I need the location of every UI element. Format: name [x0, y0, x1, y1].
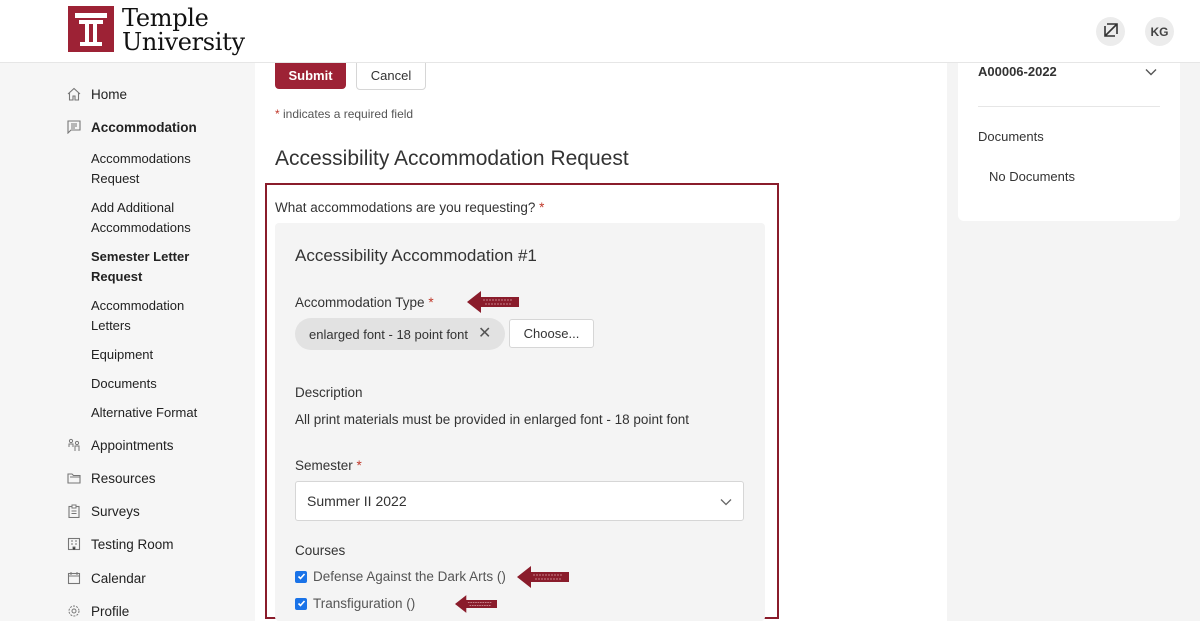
semester-select-value: Summer II 2022 — [307, 493, 407, 509]
sidebar-subitem-documents[interactable]: Documents — [91, 374, 241, 394]
request-id: A00006-2022 — [978, 64, 1057, 79]
chevron-down-icon[interactable] — [1145, 63, 1157, 81]
list-chat-icon — [66, 119, 82, 135]
sidebar-subitem-equipment[interactable]: Equipment — [91, 345, 241, 365]
remove-chip-icon[interactable]: ✕ — [478, 326, 491, 342]
semester-select[interactable]: Summer II 2022 — [295, 481, 744, 521]
sidebar-item-calendar[interactable]: Calendar — [66, 570, 146, 586]
expand-button[interactable] — [1096, 17, 1125, 46]
sidebar-item-home[interactable]: Home — [66, 86, 127, 102]
user-avatar[interactable]: KG — [1145, 17, 1174, 46]
sidebar-item-profile[interactable]: Profile — [66, 603, 129, 619]
temple-university-logo[interactable]: Temple University — [68, 6, 245, 54]
course-label: Defense Against the Dark Arts () — [313, 569, 506, 584]
accommodation-type-label: Accommodation Type * — [295, 295, 434, 310]
course-checkbox-row[interactable]: Defense Against the Dark Arts () — [295, 569, 506, 584]
sidebar-item-accommodation[interactable]: Accommodation — [66, 119, 197, 135]
home-icon — [66, 86, 82, 102]
annotation-arrow-icon — [467, 291, 519, 313]
documents-heading: Documents — [978, 129, 1044, 144]
sidebar-subitem-accommodations-request[interactable]: Accommodations Request — [91, 149, 241, 189]
main-content: Submit Cancel * indicates a required fie… — [255, 61, 947, 621]
temple-t-icon — [68, 6, 114, 52]
cancel-button[interactable]: Cancel — [356, 61, 426, 90]
course-checkbox-row[interactable]: Transfiguration () — [295, 596, 415, 611]
description-text: All print materials must be provided in … — [295, 412, 689, 427]
annotation-arrow-icon — [517, 566, 569, 588]
sidebar-subitem-semester-letter[interactable]: Semester Letter Request — [91, 247, 201, 287]
logo-line-2: University — [122, 28, 245, 56]
sidebar-item-testing-room[interactable]: Testing Room — [66, 536, 174, 552]
description-label: Description — [295, 385, 363, 400]
sidebar-item-label: Appointments — [91, 437, 174, 453]
sidebar-item-label: Testing Room — [91, 536, 174, 552]
accommodation-card: Accessibility Accommodation #1 Accommoda… — [275, 223, 765, 621]
sidebar-item-label: Surveys — [91, 503, 140, 519]
accommodation-type-chip: enlarged font - 18 point font ✕ — [295, 318, 506, 350]
accommodation-card-title: Accessibility Accommodation #1 — [295, 246, 537, 265]
sidebar-item-label: Profile — [91, 603, 130, 619]
expand-arrows-icon — [1103, 23, 1118, 40]
sidebar: Home Accommodation Accommodations Reques… — [0, 63, 255, 621]
building-icon — [66, 536, 82, 552]
logo-line-1: Temple — [122, 4, 209, 32]
semester-label: Semester * — [295, 458, 362, 473]
required-field-note: * indicates a required field — [275, 107, 414, 121]
no-documents-text: No Documents — [989, 169, 1075, 184]
sidebar-item-label: Resources — [91, 470, 156, 486]
sidebar-item-label: Accommodation — [91, 119, 197, 135]
annotation-arrow-icon — [455, 595, 497, 613]
divider — [978, 106, 1160, 107]
page-title: Accessibility Accommodation Request — [275, 147, 629, 170]
chevron-down-icon — [720, 493, 732, 509]
sidebar-item-resources[interactable]: Resources — [66, 470, 156, 486]
submit-button[interactable]: Submit — [275, 61, 346, 89]
sidebar-item-appointments[interactable]: Appointments — [66, 437, 174, 453]
sidebar-item-label: Calendar — [91, 570, 146, 586]
checkbox-checked[interactable] — [295, 597, 307, 610]
courses-label: Courses — [295, 543, 346, 558]
sidebar-item-label: Home — [91, 86, 128, 102]
accommodations-question-label: What accommodations are you requesting? … — [275, 200, 545, 215]
request-summary-card: A00006-2022 Documents No Documents — [958, 63, 1180, 221]
clipboard-icon — [66, 503, 82, 519]
sidebar-subitem-alternative-format[interactable]: Alternative Format — [91, 403, 241, 423]
course-label: Transfiguration () — [313, 596, 416, 611]
calendar-icon — [66, 570, 82, 586]
sidebar-item-surveys[interactable]: Surveys — [66, 503, 140, 519]
top-header: Temple University KG — [0, 0, 1200, 63]
sidebar-subitem-add-additional[interactable]: Add Additional Accommodations — [91, 198, 241, 238]
folder-icon — [66, 470, 82, 486]
checkbox-checked[interactable] — [295, 570, 307, 583]
chip-label: enlarged font - 18 point font — [309, 326, 469, 342]
gear-icon — [66, 603, 82, 619]
people-icon — [66, 437, 82, 453]
sidebar-subitem-accommodation-letters[interactable]: Accommodation Letters — [91, 296, 201, 336]
right-panel: A00006-2022 Documents No Documents — [947, 63, 1200, 621]
choose-button[interactable]: Choose... — [509, 319, 594, 348]
